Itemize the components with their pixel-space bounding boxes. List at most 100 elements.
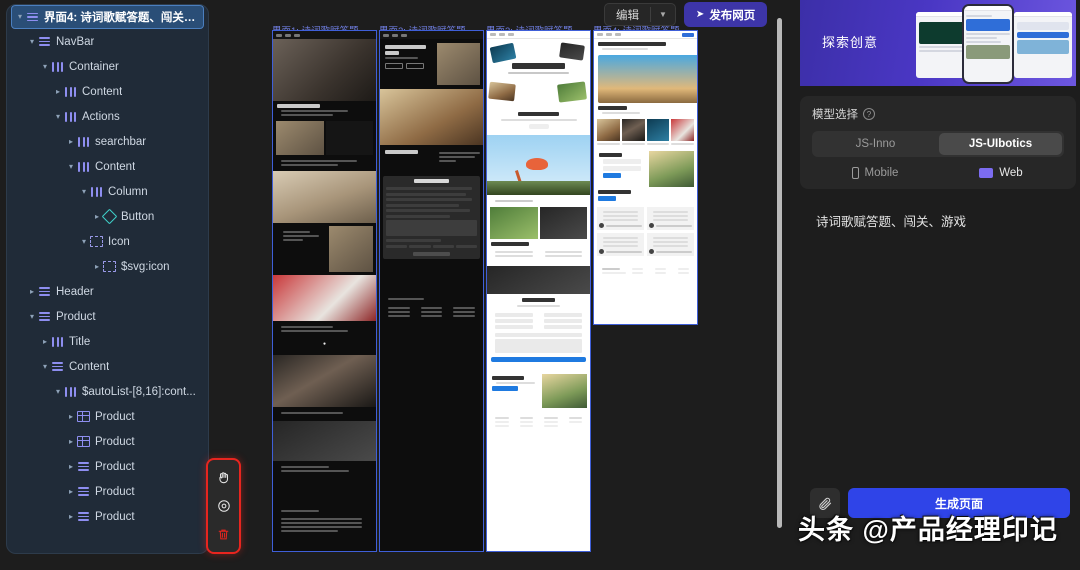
model-option-js-uibotics[interactable]: JS-UIbotics bbox=[939, 133, 1062, 155]
platform-option-mobile[interactable]: Mobile bbox=[812, 167, 938, 179]
tree-item-button[interactable]: ▸ Button bbox=[7, 204, 208, 229]
chevron-right-icon[interactable]: ▸ bbox=[39, 337, 51, 346]
frame3-row bbox=[487, 207, 590, 239]
model-section-title: 模型选择 bbox=[812, 109, 858, 121]
frame4-sec-a bbox=[594, 103, 697, 119]
preview-frame-2[interactable] bbox=[379, 30, 484, 552]
help-icon[interactable]: ? bbox=[863, 108, 875, 120]
tree-item-actions[interactable]: ▾ Actions bbox=[7, 104, 208, 129]
chevron-right-icon[interactable]: ▸ bbox=[26, 287, 38, 296]
tree-item-4[interactable]: ▾ 界面4: 诗词歌赋答题、闯关、... bbox=[11, 5, 204, 29]
hand-icon[interactable] bbox=[213, 467, 235, 489]
chevron-right-icon[interactable]: ▸ bbox=[65, 512, 77, 521]
tree-item-label: Product bbox=[56, 310, 96, 323]
frame2-footer bbox=[380, 293, 483, 322]
chevron-right-icon[interactable]: ▸ bbox=[65, 137, 77, 146]
tree-item-content[interactable]: ▾ Content bbox=[7, 154, 208, 179]
layer-tree-scroll[interactable]: ▾ 界面4: 诗词歌赋答题、闯关、... ▾ NavBar ▾ Container ▸ Con… bbox=[7, 5, 208, 553]
tree-item-product[interactable]: ▸ Product bbox=[7, 429, 208, 454]
chevron-down-icon[interactable]: ▾ bbox=[78, 237, 90, 246]
chevron-down-icon[interactable]: ▼ bbox=[651, 10, 675, 19]
frame4-topnav bbox=[594, 31, 697, 39]
tree-item-$svg-icon[interactable]: ▸ $svg:icon bbox=[7, 254, 208, 279]
chevron-down-icon[interactable]: ▾ bbox=[65, 162, 77, 171]
mode-selector-label: 编辑 bbox=[616, 9, 639, 22]
tree-item-label: Header bbox=[56, 285, 94, 298]
rows-icon bbox=[51, 360, 64, 373]
model-option-js-inno[interactable]: JS-Inno bbox=[814, 133, 937, 155]
tree-item-product[interactable]: ▸ Product bbox=[7, 404, 208, 429]
chevron-right-icon[interactable]: ▸ bbox=[65, 412, 77, 421]
rows-icon bbox=[38, 35, 51, 48]
preview-frame-1[interactable]: ● bbox=[272, 30, 377, 552]
model-section-header: 模型选择 ? bbox=[812, 106, 1064, 122]
tree-item-header[interactable]: ▸ Header bbox=[7, 279, 208, 304]
frame1-sec-b bbox=[273, 155, 376, 171]
tree-item-product[interactable]: ▾ Product bbox=[7, 304, 208, 329]
frame1-topnav bbox=[273, 31, 376, 39]
canvas-vertical-scrollbar[interactable] bbox=[777, 18, 782, 528]
tree-item-content[interactable]: ▾ Content bbox=[7, 354, 208, 379]
frame1-carousel-dots: ● bbox=[322, 341, 327, 347]
tree-item-label: Actions bbox=[82, 110, 120, 123]
preview-frame-3[interactable] bbox=[486, 30, 591, 552]
chevron-down-icon[interactable]: ▾ bbox=[78, 187, 90, 196]
chevron-down-icon[interactable]: ▾ bbox=[52, 112, 64, 121]
frame4-title bbox=[594, 39, 697, 55]
cols-icon bbox=[64, 110, 77, 123]
frame4-card-captions bbox=[594, 143, 697, 145]
chevron-right-icon[interactable]: ▸ bbox=[52, 87, 64, 96]
tree-item-product[interactable]: ▸ Product bbox=[7, 454, 208, 479]
tree-item-navbar[interactable]: ▾ NavBar bbox=[7, 29, 208, 54]
prompt-input[interactable]: 诗词歌赋答题、闯关、游戏 bbox=[800, 200, 1076, 500]
promo-banner: 探索创意 bbox=[800, 0, 1076, 86]
tree-item-searchbar[interactable]: ▸ searchbar bbox=[7, 129, 208, 154]
chevron-right-icon[interactable]: ▸ bbox=[65, 437, 77, 446]
target-icon[interactable] bbox=[213, 495, 235, 517]
tree-item-label: Product bbox=[95, 460, 135, 473]
tree-item-icon[interactable]: ▾ Icon bbox=[7, 229, 208, 254]
chevron-right-icon[interactable]: ▸ bbox=[91, 262, 103, 271]
design-canvas[interactable]: 界面1: 诗词歌赋答题、 界面2: 诗词歌赋答题、 界面3: 诗词歌赋答题、 界… bbox=[252, 0, 782, 570]
frame1-image-dark bbox=[273, 421, 376, 461]
tree-item-product[interactable]: ▸ Product bbox=[7, 479, 208, 504]
cols-icon bbox=[64, 85, 77, 98]
tree-item-$autolist-[8-16]-cont[interactable]: ▾ $autoList-[8,16]:cont... bbox=[7, 379, 208, 404]
platform-option-web[interactable]: Web bbox=[938, 167, 1064, 179]
rows-icon bbox=[77, 460, 90, 473]
chevron-right-icon[interactable]: ▸ bbox=[65, 462, 77, 471]
chevron-down-icon[interactable]: ▾ bbox=[26, 312, 38, 321]
chevron-down-icon[interactable]: ▾ bbox=[52, 387, 64, 396]
tree-item-label: $svg:icon bbox=[121, 260, 170, 273]
mode-selector[interactable]: 编辑 ▼ bbox=[604, 3, 676, 26]
chevron-down-icon[interactable]: ▾ bbox=[39, 62, 51, 71]
tree-item-content[interactable]: ▸ Content bbox=[7, 79, 208, 104]
tree-item-label: Product bbox=[95, 485, 135, 498]
cols-icon bbox=[77, 160, 90, 173]
dashed-square-icon bbox=[90, 236, 103, 247]
tree-item-label: NavBar bbox=[56, 35, 95, 48]
tree-item-container[interactable]: ▾ Container bbox=[7, 54, 208, 79]
chevron-right-icon[interactable]: ▸ bbox=[65, 487, 77, 496]
trash-icon[interactable] bbox=[213, 523, 235, 545]
tree-item-product[interactable]: ▸ Product bbox=[7, 504, 208, 529]
preview-frame-group: ● bbox=[272, 30, 698, 552]
paper-plane-icon: ➤ bbox=[695, 9, 705, 20]
tree-item-label: $autoList-[8,16]:cont... bbox=[82, 385, 196, 398]
chevron-down-icon[interactable]: ▾ bbox=[39, 362, 51, 371]
tree-item-column[interactable]: ▾ Column bbox=[7, 179, 208, 204]
rows-icon bbox=[77, 485, 90, 498]
chevron-down-icon[interactable]: ▾ bbox=[14, 13, 26, 21]
frame4-sec-b bbox=[594, 187, 697, 204]
publish-button[interactable]: ➤ 发布网页 bbox=[683, 2, 768, 27]
frame4-search-row bbox=[594, 151, 697, 187]
tree-item-label: searchbar bbox=[95, 135, 147, 148]
watermark-text: 头条 @产品经理印记 bbox=[798, 515, 1058, 545]
frame4-footer bbox=[594, 263, 697, 279]
chevron-down-icon[interactable]: ▾ bbox=[26, 37, 38, 46]
tree-item-title[interactable]: ▸ Title bbox=[7, 329, 208, 354]
platform-option-web-label: Web bbox=[999, 167, 1023, 179]
platform-option-mobile-label: Mobile bbox=[864, 167, 899, 179]
preview-frame-4[interactable] bbox=[593, 30, 698, 325]
tree-item-label: 界面4: 诗词歌赋答题、闯关、... bbox=[44, 12, 199, 24]
